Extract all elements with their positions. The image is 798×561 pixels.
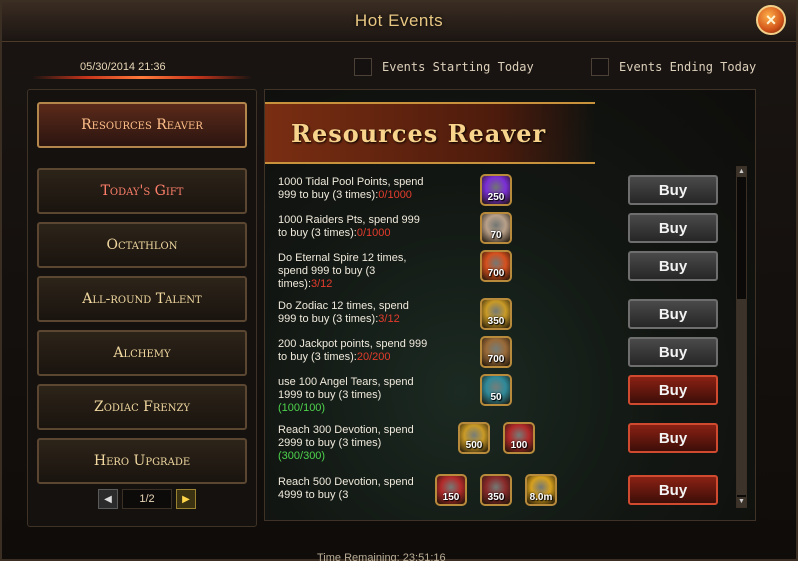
starting-today-label: Events Starting Today — [382, 60, 534, 74]
event-alchemy[interactable]: Alchemy — [37, 330, 247, 376]
filter-starting-today[interactable]: Events Starting Today — [354, 58, 534, 76]
event-todays-gift[interactable]: Today's Gift — [37, 168, 247, 214]
ending-today-checkbox[interactable] — [591, 58, 609, 76]
task-description: Reach 300 Devotion, spend 2999 to buy (3… — [278, 424, 428, 463]
starting-today-checkbox[interactable] — [354, 58, 372, 76]
buy-button[interactable]: Buy — [628, 375, 718, 405]
reward-item-icon[interactable]: 100 — [503, 422, 535, 454]
task-progress: 3/12 — [378, 313, 400, 325]
time-remaining: Time Remaining: 23:51:16 — [317, 552, 446, 561]
task-progress: 0/1000 — [378, 189, 412, 201]
reward-item-icon[interactable]: 50 — [480, 374, 512, 406]
event-hero-upgrade[interactable]: Hero Upgrade — [37, 438, 247, 484]
task-progress: (300/300) — [278, 450, 326, 462]
window-title: Hot Events — [354, 11, 444, 30]
hot-events-window: Hot Events × 05/30/2014 21:36 Events Sta… — [0, 0, 798, 561]
page-indicator: 1/2 — [122, 489, 172, 509]
buy-button[interactable]: Buy — [628, 337, 718, 367]
task-text: Reach 300 Devotion, spend 2999 to buy (3… — [278, 424, 414, 449]
task-description: 1000 Raiders Pts, spend 999 to buy (3 ti… — [278, 214, 428, 240]
task-text: Do Eternal Spire 12 times, spend 999 to … — [278, 252, 407, 290]
buy-button[interactable]: Buy — [628, 423, 718, 453]
event-octathlon[interactable]: Octathlon — [37, 222, 247, 268]
task-description: use 100 Angel Tears, spend 1999 to buy (… — [278, 376, 428, 415]
reward-item-icon[interactable]: 150 — [435, 474, 467, 506]
reward-item-icon[interactable]: 250 — [480, 174, 512, 206]
event-all-round-talent[interactable]: All-round Talent — [37, 276, 247, 322]
scroll-down-arrow[interactable]: ▼ — [737, 497, 746, 507]
event-list-panel: Resources Reaver Today's Gift Octathlon … — [27, 89, 257, 527]
buy-button[interactable]: Buy — [628, 251, 718, 281]
task-progress: 0/1000 — [356, 227, 391, 239]
task-description: Do Zodiac 12 times, spend 999 to buy (3 … — [278, 300, 428, 326]
task-progress: 20/200 — [356, 351, 391, 363]
reward-item-icon[interactable]: 700 — [480, 336, 512, 368]
reward-item-icon[interactable]: 350 — [480, 298, 512, 330]
reward-item-icon[interactable]: 500 — [458, 422, 490, 454]
filter-ending-today[interactable]: Events Ending Today — [591, 58, 756, 76]
reward-item-icon[interactable]: 700 — [480, 250, 512, 282]
task-description: 200 Jackpot points, spend 999 to buy (3 … — [278, 338, 428, 364]
task-list-scrollbar[interactable]: ▲ ▼ — [736, 166, 747, 508]
task-progress: (100/100) — [278, 402, 326, 414]
scroll-up-arrow[interactable]: ▲ — [737, 167, 746, 177]
event-detail-panel: Resources Reaver 1000 Tidal Pool Points,… — [264, 89, 756, 521]
event-zodiac-frenzy[interactable]: Zodiac Frenzy — [37, 384, 247, 430]
prev-page-button[interactable]: ◀ — [98, 489, 118, 509]
buy-button[interactable]: Buy — [628, 475, 718, 505]
task-description: 1000 Tidal Pool Points, spend 999 to buy… — [278, 176, 428, 202]
datetime-divider — [32, 76, 252, 79]
task-text: 200 Jackpot points, spend 999 to buy (3 … — [278, 338, 428, 363]
task-description: Do Eternal Spire 12 times, spend 999 to … — [278, 252, 428, 291]
scroll-thumb[interactable] — [737, 299, 746, 495]
reward-item-icon[interactable]: 350 — [480, 474, 512, 506]
task-progress: 3/12 — [311, 278, 333, 290]
event-banner: Resources Reaver — [265, 102, 595, 164]
task-description: Reach 500 Devotion, spend 4999 to buy (3 — [278, 476, 428, 502]
buy-button[interactable]: Buy — [628, 299, 718, 329]
task-text: 1000 Raiders Pts, spend 999 to buy (3 ti… — [278, 214, 420, 239]
server-datetime: 05/30/2014 21:36 — [80, 61, 166, 73]
reward-item-icon[interactable]: 70 — [480, 212, 512, 244]
task-text: use 100 Angel Tears, spend 1999 to buy (… — [278, 376, 414, 401]
task-text: Reach 500 Devotion, spend 4999 to buy (3 — [278, 476, 414, 501]
next-page-button[interactable]: ▶ — [176, 489, 196, 509]
ending-today-label: Events Ending Today — [619, 60, 757, 74]
title-bar[interactable]: Hot Events × — [2, 2, 796, 42]
buy-button[interactable]: Buy — [628, 213, 718, 243]
event-resources-reaver[interactable]: Resources Reaver — [37, 102, 247, 148]
close-button[interactable]: × — [756, 5, 786, 35]
reward-item-icon[interactable]: 8.0m — [525, 474, 557, 506]
buy-button[interactable]: Buy — [628, 175, 718, 205]
pager: ◀ 1/2 ▶ — [98, 489, 196, 509]
